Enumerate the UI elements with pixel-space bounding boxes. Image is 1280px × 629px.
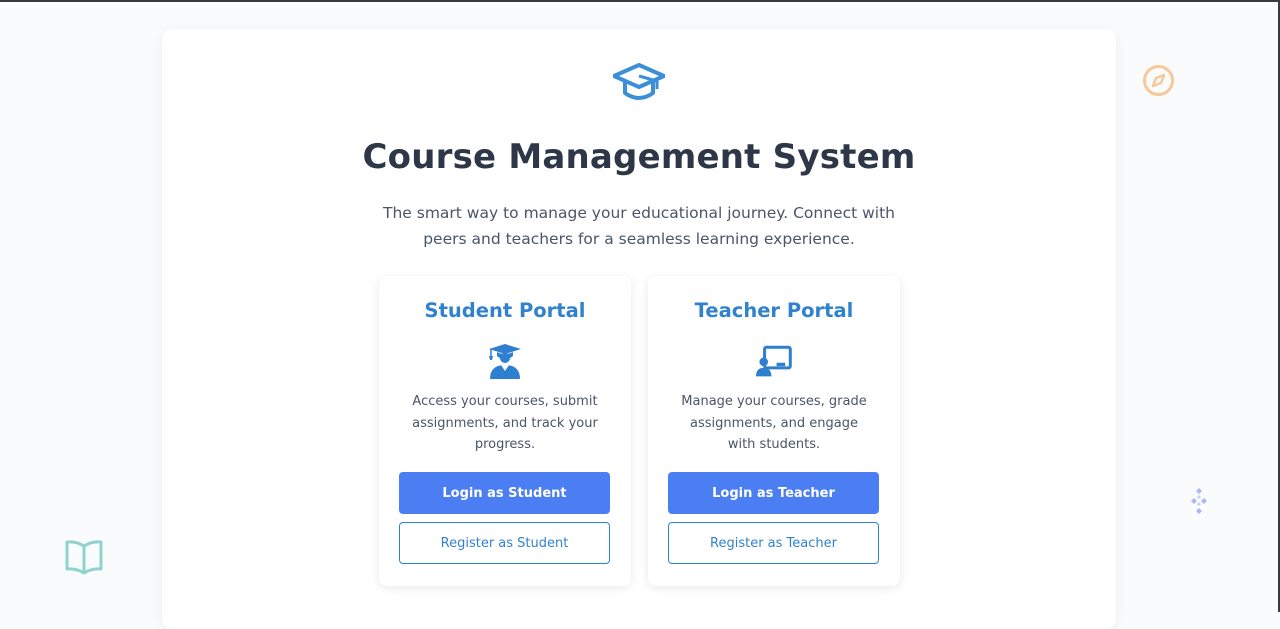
page-subtitle: The smart way to manage your educational… — [383, 204, 895, 248]
teacher-portal-card: Teacher Portal Manage your courses, grad… — [648, 276, 900, 586]
page-title: Course Management System — [362, 137, 916, 177]
login-as-teacher-button[interactable]: Login as Teacher — [668, 472, 879, 514]
student-portal-title: Student Portal — [424, 299, 586, 322]
diamond-cluster-icon — [1191, 488, 1207, 514]
main-card — [162, 29, 1116, 629]
student-portal-description: Access your courses, submit assignments,… — [412, 394, 598, 452]
graduation-cap-icon — [613, 63, 665, 100]
login-as-student-button[interactable]: Login as Student — [399, 472, 610, 514]
window-top-border — [0, 0, 1280, 2]
student-portal-card: Student Portal Access your courses, subm… — [379, 276, 631, 586]
register-as-student-button[interactable]: Register as Student — [399, 522, 610, 564]
compass-icon — [1143, 65, 1174, 96]
register-as-teacher-button[interactable]: Register as Teacher — [668, 522, 879, 564]
teacher-board-icon — [756, 345, 792, 377]
student-graduate-icon — [489, 344, 521, 379]
open-book-icon — [65, 540, 103, 575]
teacher-portal-title: Teacher Portal — [694, 299, 854, 322]
teacher-portal-description: Manage your courses, grade assignments, … — [681, 394, 867, 452]
